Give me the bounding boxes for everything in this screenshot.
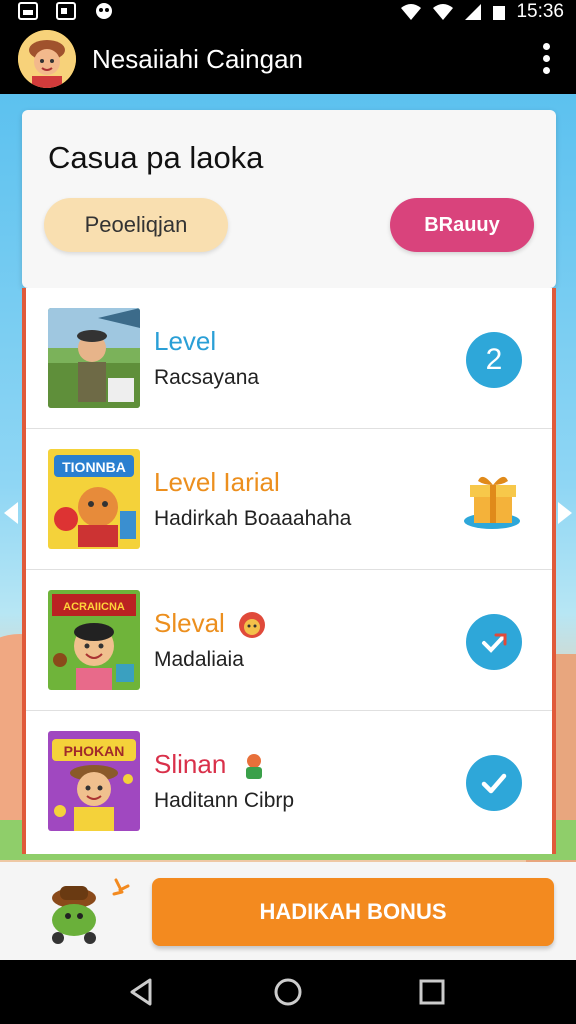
overflow-menu-icon[interactable] — [540, 40, 552, 78]
photo-notification-icon — [18, 2, 38, 20]
check-icon — [466, 755, 522, 811]
next-arrow-icon[interactable] — [558, 502, 572, 524]
app-title: Nesaiiahi Caingan — [92, 44, 304, 74]
wifi-icon — [401, 4, 422, 20]
item-subtitle: Haditann Cibrp — [154, 789, 295, 812]
level-thumbnail: PHOKAN — [48, 731, 140, 831]
previous-arrow-icon[interactable] — [4, 502, 18, 524]
character-emoji-icon — [239, 612, 266, 639]
level-number-badge: 2 — [466, 332, 522, 388]
character-emoji-icon — [245, 754, 262, 780]
cell-signal-icon — [465, 4, 482, 20]
bonus-button[interactable]: HADIKAH BONUS — [152, 878, 554, 946]
thumbnail-label: ACRAIICNA — [63, 601, 125, 613]
level-thumbnail: ACRAIICNA — [48, 590, 140, 690]
list-item[interactable]: TIONNBA Level Iarial Hadirkah Boaaahaha — [26, 429, 552, 570]
filter-pill-button[interactable]: Peoeliqjan — [44, 198, 228, 252]
level-list: Level Racsayana 2 TIONNBA Level Iarial H… — [22, 288, 556, 854]
card-title: Casua pa laoka — [48, 140, 264, 175]
level-thumbnail — [48, 308, 140, 408]
clock-time: 15:36 — [516, 1, 564, 22]
app-notification-icon — [96, 3, 112, 19]
gift-box-icon — [464, 476, 520, 529]
thumbnail-label: PHOKAN — [64, 743, 125, 759]
signal-icon — [433, 4, 454, 20]
item-subtitle: Racsayana — [154, 366, 260, 389]
action-pill-button[interactable]: BRauuy — [390, 198, 534, 252]
header-card: Casua pa laoka Peoeliqjan BRauuy — [22, 110, 556, 288]
item-title: Level Iarial — [154, 467, 280, 497]
message-notification-icon — [56, 2, 76, 20]
bottom-bar: HADIKAH BONUS — [0, 862, 576, 960]
item-title: Slinan — [154, 749, 268, 780]
list-item[interactable]: PHOKAN Slinan Haditann Cibrp — [26, 711, 552, 852]
arrow-check-icon — [466, 614, 522, 670]
recents-icon[interactable] — [416, 976, 448, 1008]
list-item[interactable]: ACRAIICNA Sleval Madaliaia — [26, 570, 552, 711]
back-icon[interactable] — [126, 976, 158, 1008]
app-bar: Nesaiiahi Caingan — [0, 24, 576, 94]
list-item[interactable]: Level Racsayana 2 — [26, 288, 552, 429]
thumbnail-label: TIONNBA — [62, 459, 126, 475]
system-nav-bar — [0, 960, 576, 1024]
item-subtitle: Hadirkah Boaaahaha — [154, 507, 352, 530]
mascot-character-icon — [52, 878, 130, 944]
item-title: Sleval — [154, 608, 266, 639]
item-title: Level — [154, 326, 217, 356]
avatar[interactable] — [18, 30, 76, 88]
item-subtitle: Madaliaia — [154, 648, 244, 671]
status-bar: 15:36 — [0, 0, 576, 24]
battery-icon — [493, 6, 506, 20]
home-icon[interactable] — [272, 976, 304, 1008]
level-thumbnail: TIONNBA — [48, 449, 140, 549]
